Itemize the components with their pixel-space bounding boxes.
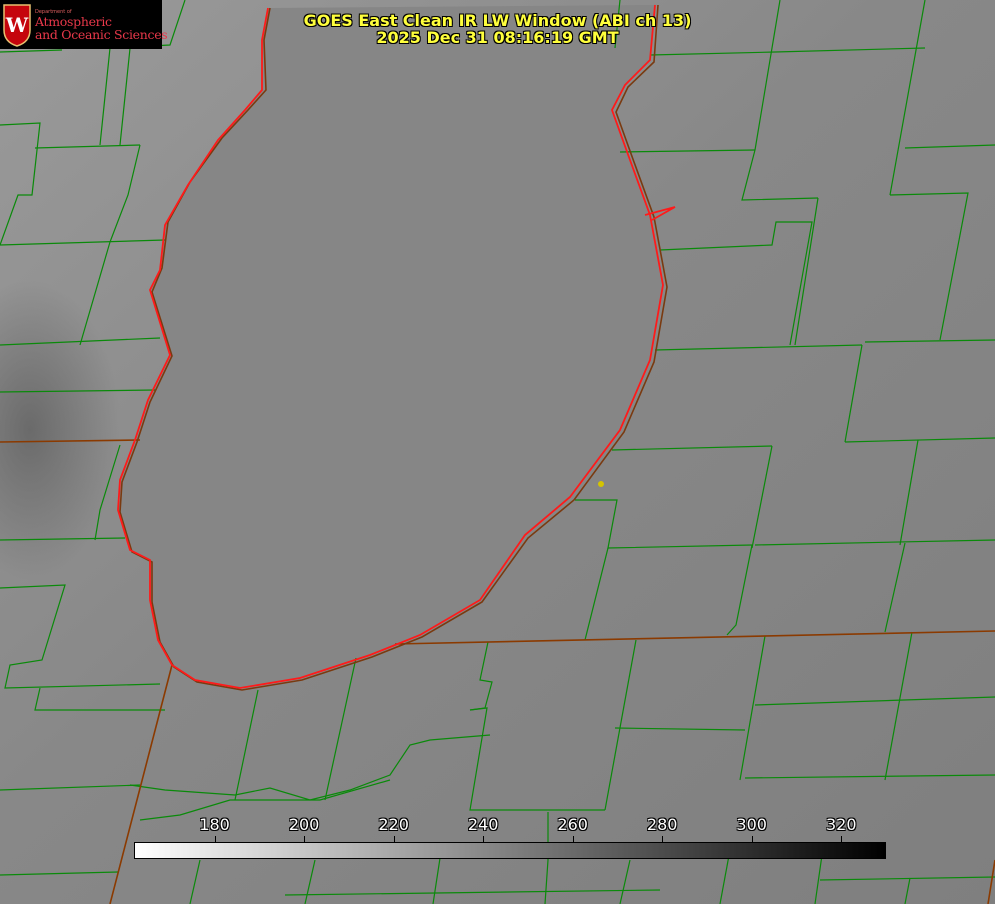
colorbar-tick-label: 240	[467, 815, 499, 834]
colorbar-tick-mark	[304, 836, 306, 842]
colorbar-tick-label: 320	[825, 815, 857, 834]
colorbar-tick-mark	[751, 836, 753, 842]
colorbar-tick-mark	[841, 836, 843, 842]
station-marker	[598, 481, 604, 487]
colorbar-tick-mark	[393, 836, 395, 842]
image-title: GOES East Clean IR LW Window (ABI ch 13)…	[0, 12, 995, 46]
colorbar-tick-label: 200	[288, 815, 320, 834]
satellite-map	[0, 0, 995, 904]
colorbar-tick-label: 220	[378, 815, 409, 834]
colorbar-tick-mark	[662, 836, 664, 842]
colorbar-tick-label: 180	[199, 815, 230, 834]
colorbar-tick-label: 260	[557, 815, 588, 834]
colorbar-tick-label: 300	[736, 815, 767, 834]
colorbar-tick-mark	[214, 836, 216, 842]
colorbar-tick-mark	[483, 836, 485, 842]
colorbar-tick-label: 280	[646, 815, 678, 834]
temperature-colorbar	[134, 842, 886, 859]
colorbar-tick-mark	[572, 836, 574, 842]
title-timestamp: 2025 Dec 31 08:16:19 GMT	[376, 28, 619, 47]
title-product: GOES East Clean IR LW Window (ABI ch 13)	[303, 11, 692, 30]
